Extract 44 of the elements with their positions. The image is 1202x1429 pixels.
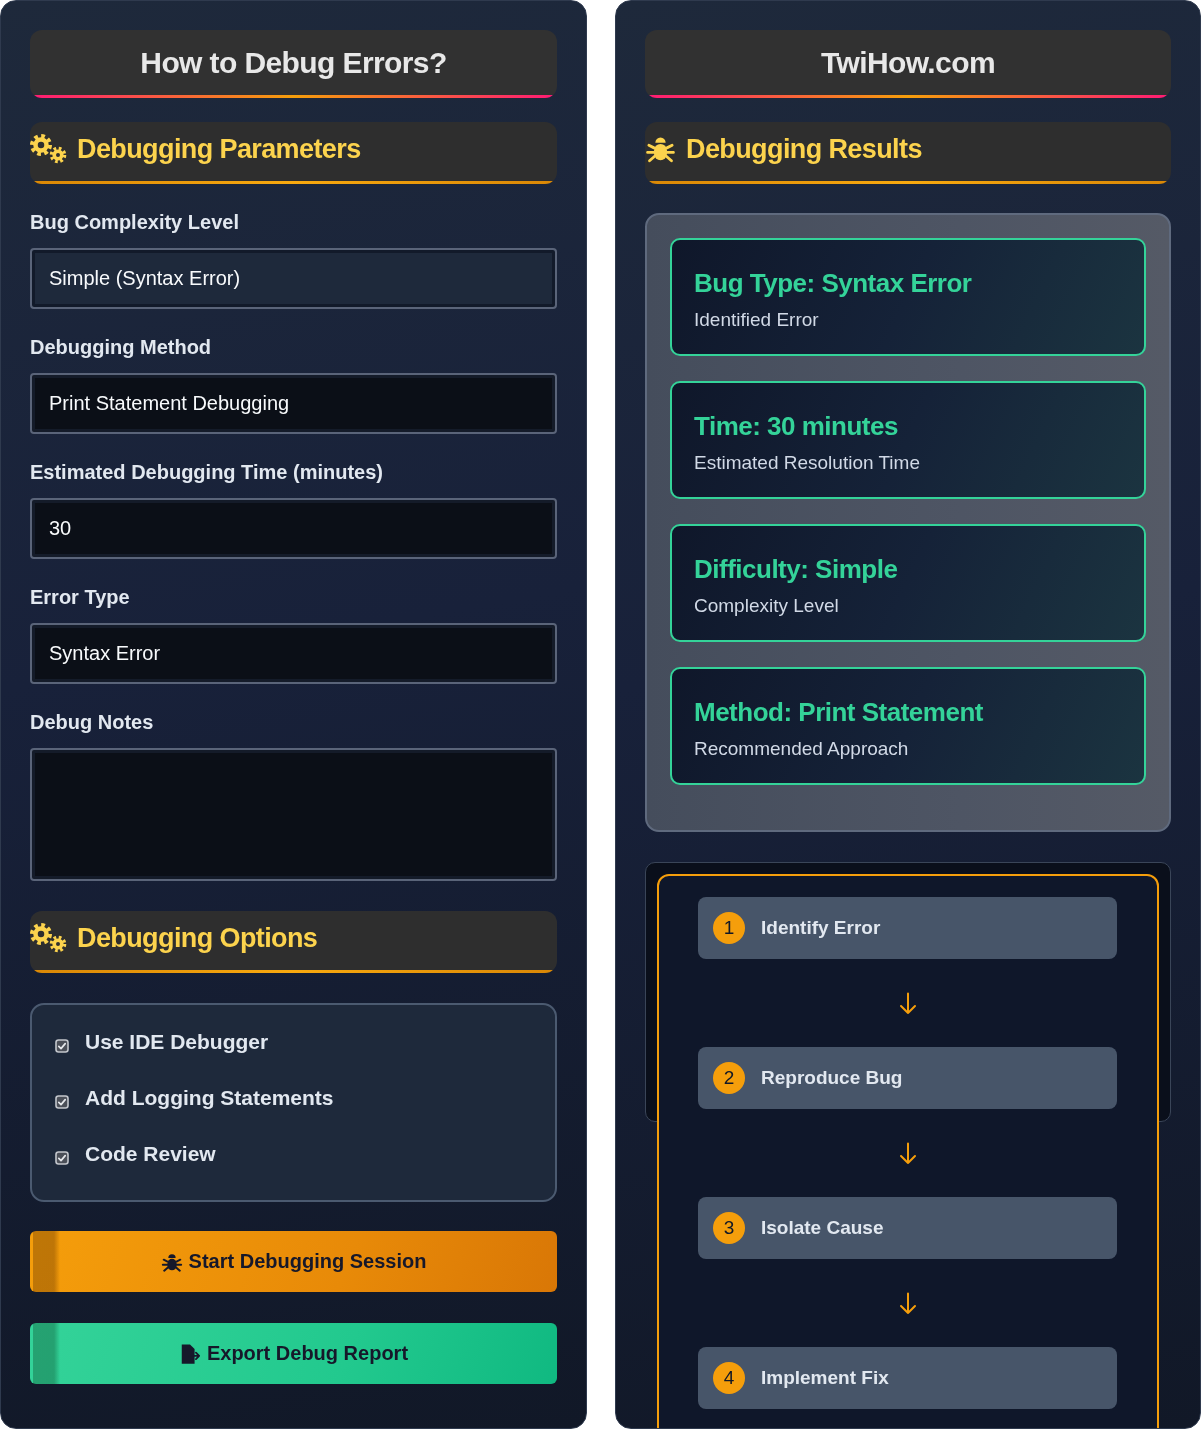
result-title: Time: 30 minutes — [694, 410, 899, 442]
step-number: 4 — [713, 1362, 745, 1394]
result-subtitle: Estimated Resolution Time — [694, 451, 921, 475]
start-debugging-button[interactable]: Start Debugging Session — [30, 1231, 557, 1292]
arrow-down-icon — [898, 991, 917, 1015]
select-field[interactable]: Simple (Syntax Error) — [30, 248, 557, 309]
gears-icon — [30, 922, 67, 953]
option-label: Add Logging Statements — [85, 1085, 334, 1111]
notes-field[interactable] — [30, 748, 557, 881]
export-report-button[interactable]: Export Debug Report — [30, 1323, 557, 1384]
result-title: Method: Print Statement — [694, 696, 984, 728]
field-label: Debug Notes — [30, 710, 155, 734]
option-label: Use IDE Debugger — [85, 1029, 269, 1055]
step-label: Isolate Cause — [761, 1217, 884, 1239]
step-number: 1 — [713, 912, 745, 944]
step-label: Implement Fix — [761, 1367, 889, 1389]
section-title: Debugging Options — [77, 921, 318, 954]
page-title: TwiHow.com — [645, 30, 1171, 98]
arrow-down-icon — [898, 1291, 917, 1315]
input-field[interactable]: Print Statement Debugging — [30, 373, 557, 434]
arrow-down-icon — [898, 1141, 917, 1165]
field-label: Debugging Method — [30, 335, 213, 359]
checkbox[interactable] — [55, 1150, 69, 1165]
option-label: Code Review — [85, 1141, 216, 1167]
field-label: Error Type — [30, 585, 131, 609]
section-title: Debugging Parameters — [77, 132, 361, 165]
input-field[interactable]: 30 — [30, 498, 557, 559]
input-field[interactable]: Syntax Error — [30, 623, 557, 684]
checkbox[interactable] — [55, 1094, 69, 1109]
step-number: 2 — [713, 1062, 745, 1094]
step-label: Identify Error — [761, 917, 881, 939]
step-label: Reproduce Bug — [761, 1067, 903, 1089]
result-title: Difficulty: Simple — [694, 553, 899, 585]
gears-icon — [30, 133, 67, 164]
result-subtitle: Complexity Level — [694, 594, 840, 618]
page-title: How to Debug Errors? — [30, 30, 557, 98]
section-title: Debugging Results — [686, 132, 922, 165]
result-title: Bug Type: Syntax Error — [694, 267, 973, 299]
result-subtitle: Recommended Approach — [694, 737, 910, 761]
field-label: Estimated Debugging Time (minutes) — [30, 460, 384, 484]
result-subtitle: Identified Error — [694, 308, 820, 332]
checkbox[interactable] — [55, 1038, 69, 1053]
field-label: Bug Complexity Level — [30, 210, 240, 234]
step-number: 3 — [713, 1212, 745, 1244]
